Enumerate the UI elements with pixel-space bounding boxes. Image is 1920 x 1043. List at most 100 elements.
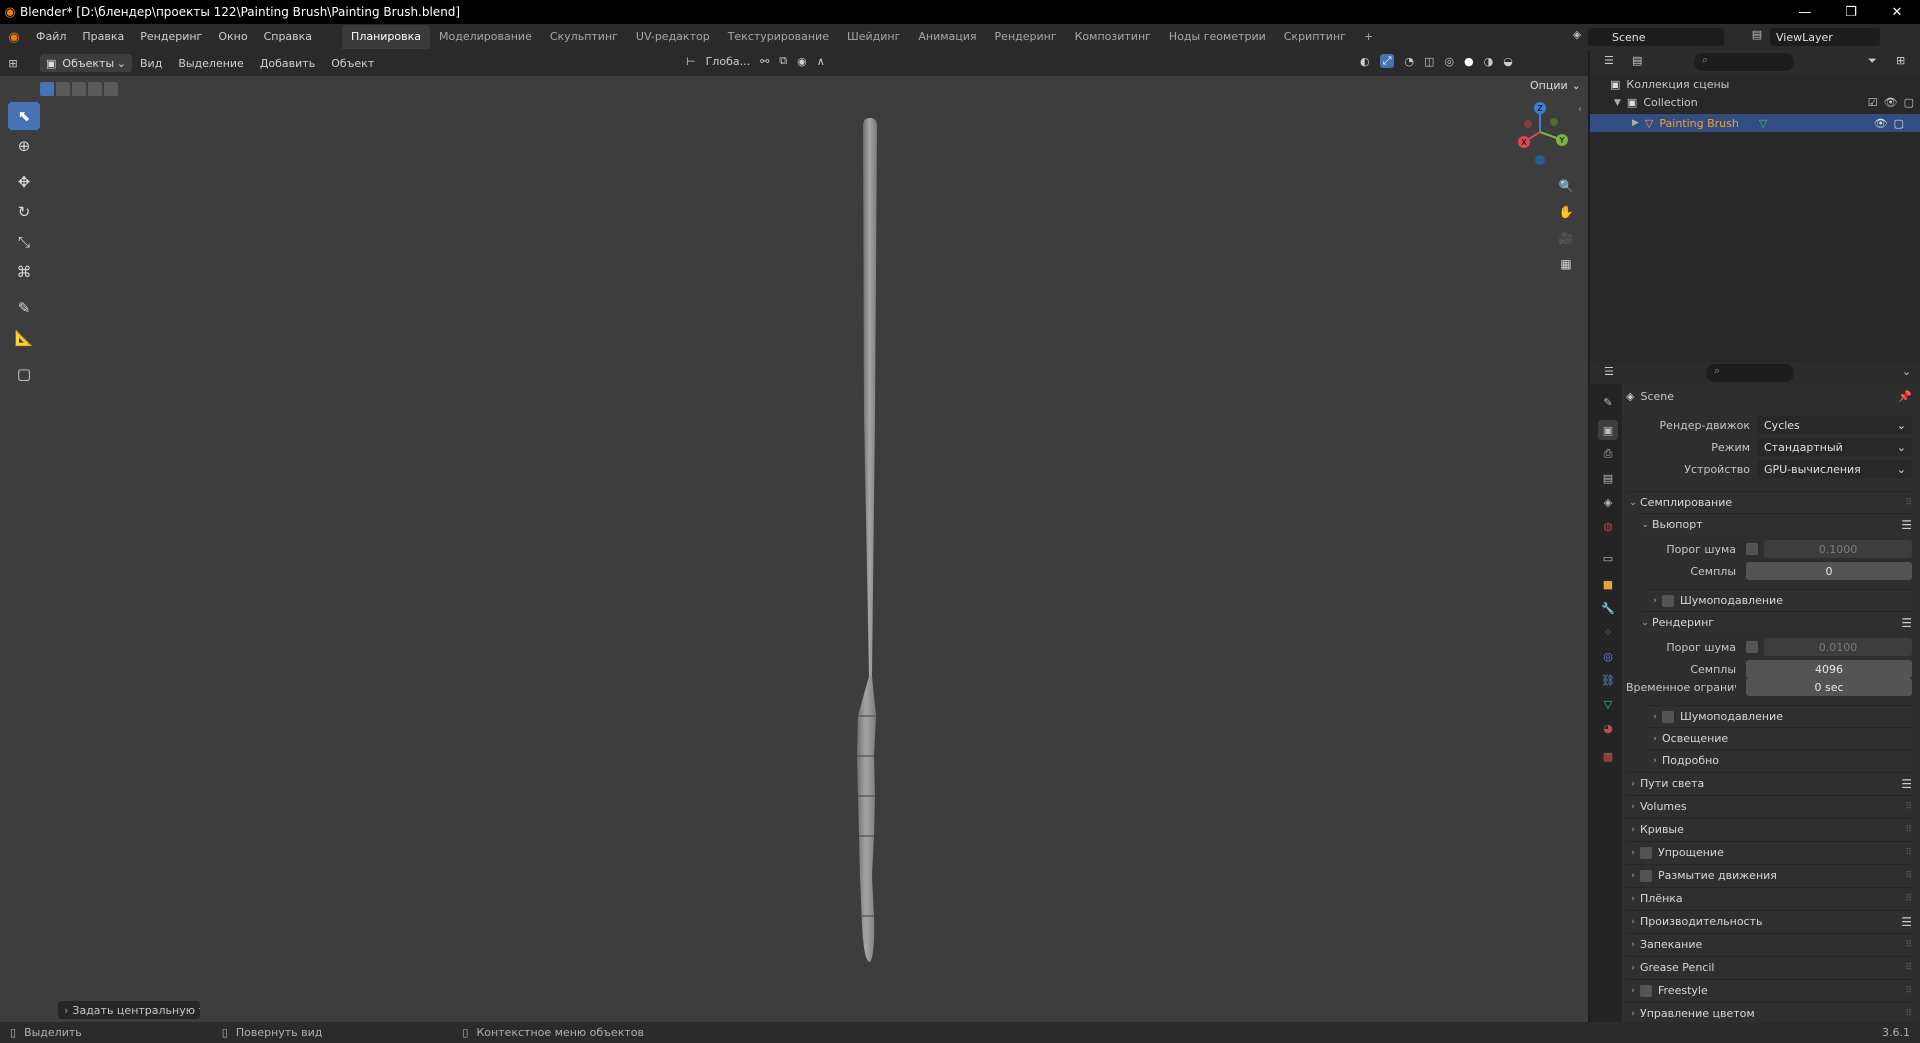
panel-performance[interactable]: › Производительность ☰ bbox=[1626, 910, 1912, 932]
add-cube-tool-icon[interactable]: ▢ bbox=[8, 360, 40, 388]
orientation-icon[interactable]: ⊢ bbox=[686, 55, 696, 68]
outliner-scene-collection[interactable]: ▣ Коллекция сцены bbox=[1610, 78, 1729, 91]
presets-list-icon[interactable]: ☰ bbox=[1901, 616, 1912, 630]
panel-r-denoise[interactable]: › Шумоподавление bbox=[1648, 705, 1912, 727]
eye-icon[interactable]: 👁 bbox=[1874, 117, 1888, 130]
tab-shading[interactable]: Шейдинг bbox=[838, 25, 909, 49]
last-operator-panel[interactable]: › Задать центральную точ bbox=[58, 1001, 200, 1019]
vp-noise-threshold-field[interactable]: 0.1000 bbox=[1764, 540, 1912, 558]
data-tab-icon[interactable]: ▽ bbox=[1598, 694, 1618, 714]
presets-list-icon[interactable]: ☰ bbox=[1901, 518, 1912, 532]
outliner-editor-icon[interactable]: ☰ bbox=[1604, 54, 1614, 67]
texture-tab-icon[interactable]: ▩ bbox=[1598, 746, 1618, 766]
panel-grease-pencil[interactable]: › Grease Pencil ⠿ bbox=[1626, 956, 1912, 978]
panel-color-management[interactable]: › Управление цветом ⠿ bbox=[1626, 1002, 1912, 1024]
drag-handle-icon[interactable]: ⠿ bbox=[1905, 848, 1912, 858]
drag-handle-icon[interactable]: ⠿ bbox=[1905, 894, 1912, 904]
minimize-icon[interactable]: — bbox=[1782, 0, 1828, 24]
freestyle-checkbox[interactable] bbox=[1640, 984, 1652, 997]
scene-icon[interactable]: ◈ bbox=[1568, 28, 1586, 46]
tab-geometry-nodes[interactable]: Ноды геометрии bbox=[1160, 25, 1275, 49]
outliner-object-row[interactable]: ▶ ▽ Painting Brush ▽ 👁 ▢ bbox=[1590, 114, 1920, 132]
restore-icon[interactable]: ❐ bbox=[1828, 0, 1874, 24]
particles-tab-icon[interactable]: ⁘ bbox=[1598, 622, 1618, 642]
panel-film[interactable]: › Плёнка ⠿ bbox=[1626, 887, 1912, 909]
drag-handle-icon[interactable]: ⠿ bbox=[1905, 802, 1912, 812]
drag-handle-icon[interactable]: ⠿ bbox=[1905, 825, 1912, 835]
material-tab-icon[interactable]: ◕ bbox=[1598, 718, 1618, 738]
filter-icon[interactable]: ⏷ bbox=[1868, 54, 1877, 68]
interaction-mode-dropdown[interactable]: ▣ Объекты ⌄ bbox=[40, 54, 132, 72]
menu-file[interactable]: Файл bbox=[28, 24, 74, 50]
expand-arrow-icon[interactable]: ▶ bbox=[1632, 118, 1639, 128]
add-workspace-button[interactable]: + bbox=[1355, 25, 1382, 49]
simplify-checkbox[interactable] bbox=[1640, 846, 1652, 859]
object-tab-icon[interactable]: ■ bbox=[1598, 574, 1618, 594]
vp-samples-field[interactable]: 0 bbox=[1746, 562, 1912, 580]
panel-volumes[interactable]: › Volumes ⠿ bbox=[1626, 795, 1912, 817]
tab-animation[interactable]: Анимация bbox=[909, 25, 985, 49]
r-noise-threshold-field[interactable]: 0.0100 bbox=[1764, 638, 1912, 656]
panel-advanced[interactable]: › Подробно bbox=[1648, 749, 1912, 771]
vp-noise-threshold-checkbox[interactable] bbox=[1746, 543, 1758, 555]
panel-simplify[interactable]: › Упрощение ⠿ bbox=[1626, 841, 1912, 863]
tab-compositing[interactable]: Композитинг bbox=[1066, 25, 1160, 49]
eye-icon[interactable]: 👁 bbox=[1884, 96, 1898, 109]
select-subtract-icon[interactable] bbox=[72, 82, 86, 96]
tab-rendering[interactable]: Рендеринг bbox=[986, 25, 1066, 49]
render-engine-dropdown[interactable]: Cycles ⌄ bbox=[1758, 416, 1912, 434]
close-icon[interactable]: ✕ bbox=[1874, 0, 1920, 24]
render-tab-icon[interactable]: ▣ bbox=[1598, 420, 1618, 440]
navigation-gizmo[interactable]: Z Y X bbox=[1510, 98, 1570, 170]
editor-type-icon[interactable]: ⊞ bbox=[0, 57, 26, 70]
material-shading-icon[interactable]: ◑ bbox=[1484, 55, 1494, 68]
drag-handle-icon[interactable]: ⠿ bbox=[1905, 963, 1912, 973]
panel-vp-denoise[interactable]: › Шумоподавление bbox=[1648, 589, 1912, 611]
drag-handle-icon[interactable]: ⠿ bbox=[1905, 940, 1912, 950]
drag-handle-icon[interactable]: ⠿ bbox=[1905, 1009, 1912, 1019]
collection-tab-icon[interactable]: ▭ bbox=[1598, 548, 1618, 568]
panel-bake[interactable]: › Запекание ⠿ bbox=[1626, 933, 1912, 955]
panel-sampling[interactable]: ⌄ Семплирование ⠿ bbox=[1626, 491, 1912, 513]
tab-sculpting[interactable]: Скульптинг bbox=[541, 25, 627, 49]
panel-curves[interactable]: › Кривые ⠿ bbox=[1626, 818, 1912, 840]
proportional-icon[interactable]: ◉ bbox=[797, 55, 807, 68]
annotate-tool-icon[interactable]: ✎ bbox=[8, 294, 40, 322]
select-extend-icon[interactable] bbox=[56, 82, 70, 96]
select-invert-icon[interactable] bbox=[88, 82, 102, 96]
output-tab-icon[interactable]: ⎙ bbox=[1598, 444, 1618, 464]
gizmo-toggle-icon[interactable]: ⤢ bbox=[1379, 54, 1395, 68]
expand-arrow-icon[interactable]: ▼ bbox=[1614, 98, 1621, 108]
panel-freestyle[interactable]: › Freestyle ⠿ bbox=[1626, 979, 1912, 1001]
view-layer-icon[interactable]: ▤ bbox=[1748, 28, 1766, 46]
panel-viewport-sampling[interactable]: ⌄ Вьюпорт ☰ bbox=[1638, 513, 1912, 535]
camera-view-icon[interactable]: 🎥 bbox=[1554, 226, 1578, 250]
menu-object[interactable]: Объект bbox=[323, 57, 382, 70]
menu-render[interactable]: Рендеринг bbox=[132, 24, 210, 50]
tab-modeling[interactable]: Моделирование bbox=[430, 25, 541, 49]
panel-lights[interactable]: › Освещение bbox=[1648, 727, 1912, 749]
r-denoise-checkbox[interactable] bbox=[1662, 710, 1674, 723]
time-limit-field[interactable]: 0 sec bbox=[1746, 678, 1912, 696]
motion-blur-checkbox[interactable] bbox=[1640, 869, 1652, 882]
presets-list-icon[interactable]: ☰ bbox=[1901, 915, 1912, 929]
tab-uv-editing[interactable]: UV-редактор bbox=[627, 25, 719, 49]
cursor-tool-icon[interactable]: ⊕ bbox=[8, 132, 40, 160]
scene-tab-icon[interactable]: ◈ bbox=[1598, 492, 1618, 512]
menu-select[interactable]: Выделение bbox=[170, 57, 252, 70]
modifier-tab-icon[interactable]: 🔧 bbox=[1598, 598, 1618, 618]
menu-add[interactable]: Добавить bbox=[252, 57, 323, 70]
properties-editor-icon[interactable]: ☰ bbox=[1604, 365, 1614, 378]
menu-view[interactable]: Вид bbox=[132, 57, 170, 70]
camera-icon[interactable]: ▢ bbox=[1904, 96, 1914, 109]
select-box-tool-icon[interactable]: ⬉ bbox=[8, 102, 40, 130]
display-mode-icon[interactable]: ▤ bbox=[1632, 54, 1642, 67]
menu-help[interactable]: Справка bbox=[256, 24, 320, 50]
outliner-search-input[interactable]: ⌕ bbox=[1694, 53, 1794, 71]
presets-list-icon[interactable]: ☰ bbox=[1901, 777, 1912, 791]
panel-render-sampling[interactable]: ⌄ Рендеринг ☰ bbox=[1638, 611, 1912, 633]
r-noise-threshold-checkbox[interactable] bbox=[1746, 641, 1758, 653]
rendered-shading-icon[interactable]: ◒ bbox=[1503, 55, 1513, 68]
checkbox-icon[interactable]: ☑ bbox=[1868, 96, 1878, 109]
tab-texture-paint[interactable]: Текстурирование bbox=[719, 25, 838, 49]
